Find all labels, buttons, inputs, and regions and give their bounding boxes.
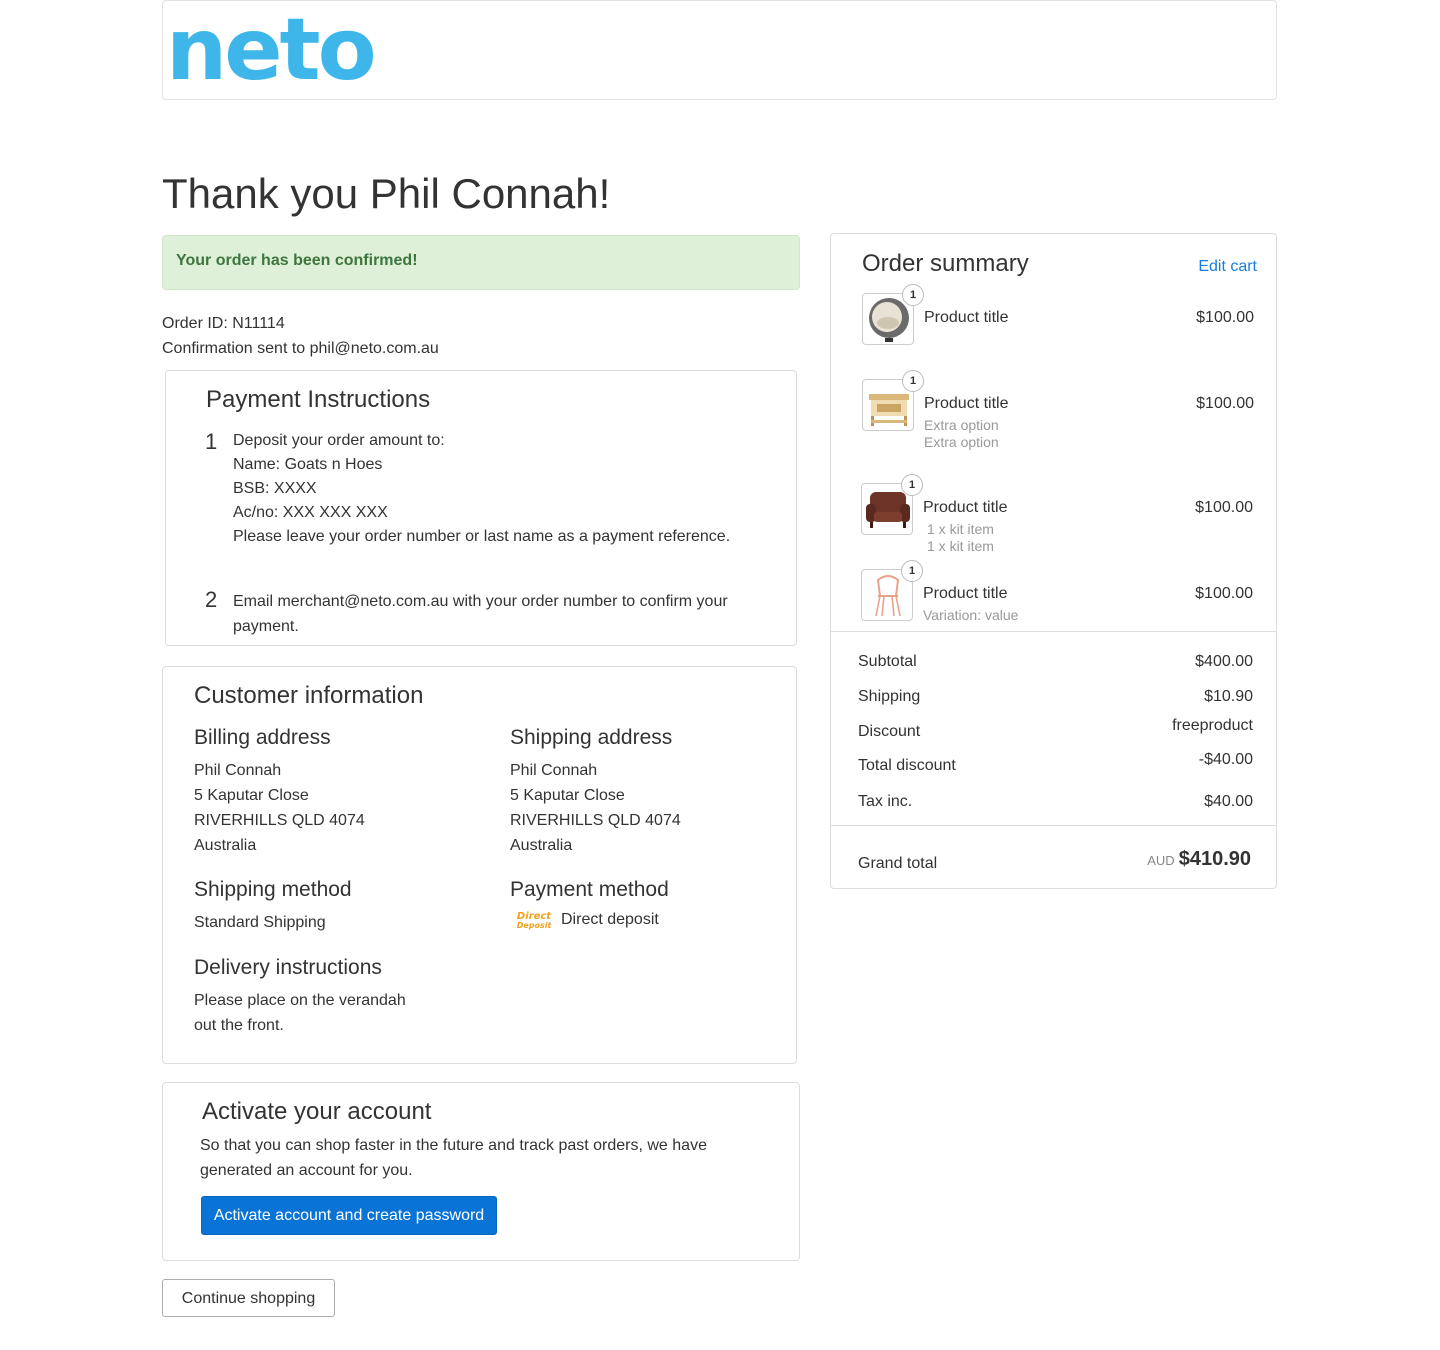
address-line: 5 Kaputar Close (194, 787, 309, 804)
activate-account-button[interactable]: Activate account and create password (201, 1196, 497, 1235)
quantity-badge: 1 (901, 560, 923, 582)
grand-total-label: Grand total (858, 855, 938, 872)
step-2-text: Email merchant@neto.com.au with your ord… (233, 589, 773, 639)
delivery-line: Please place on the verandah (194, 992, 406, 1009)
address-line: Phil Connah (510, 762, 598, 779)
discount-label: Discount (858, 723, 921, 740)
continue-shopping-button[interactable]: Continue shopping (162, 1279, 335, 1317)
order-summary-panel: Order summary Edit cart 1 Product title … (830, 233, 1277, 889)
step-line: Email merchant@neto.com.au with your ord… (233, 593, 728, 610)
delivery-line: out the front. (194, 1017, 284, 1034)
step-number: 1 (205, 429, 218, 454)
summary-divider (831, 631, 1276, 632)
currency-code: AUD (1147, 853, 1175, 868)
address-line: Australia (194, 837, 257, 854)
address-line: Phil Connah (194, 762, 282, 779)
step-1-text: Deposit your order amount to: Name: Goat… (233, 429, 773, 549)
shipping-address: Phil Connah 5 Kaputar Close RIVERHILLS Q… (510, 758, 681, 858)
item-price: $100.00 (1196, 309, 1254, 326)
site-header: neto (162, 0, 1277, 100)
order-summary-title: Order summary (862, 250, 1029, 277)
billing-address-heading: Billing address (194, 726, 331, 749)
quantity-badge: 1 (902, 284, 924, 306)
discount-code: freeproduct (1172, 717, 1253, 734)
neto-logo[interactable]: neto (166, 5, 377, 95)
item-price: $100.00 (1195, 499, 1253, 516)
item-title: Product title (923, 585, 1008, 602)
customer-information-title: Customer information (194, 682, 424, 709)
quantity-badge: 1 (902, 370, 924, 392)
shipping-method-value: Standard Shipping (194, 914, 326, 931)
confirmation-email: Confirmation sent to phil@neto.com.au (162, 340, 439, 357)
order-id: Order ID: N11114 (162, 315, 285, 332)
address-line: RIVERHILLS QLD 4074 (194, 812, 365, 829)
direct-deposit-icon: Direct Deposit (515, 912, 553, 934)
dd-logo-line: Direct (516, 911, 552, 922)
payment-instructions-panel: Payment Instructions 1 Deposit your orde… (165, 370, 797, 646)
address-line: 5 Kaputar Close (510, 787, 625, 804)
payment-method-value: Direct deposit (561, 911, 659, 928)
tax-value: $40.00 (1204, 793, 1253, 810)
tax-label: Tax inc. (858, 793, 913, 810)
edit-cart-link[interactable]: Edit cart (1198, 258, 1257, 276)
activate-account-title: Activate your account (202, 1098, 432, 1125)
item-option: Extra option (924, 417, 999, 433)
order-meta: Order ID: N11114 Confirmation sent to ph… (162, 311, 439, 361)
item-price: $100.00 (1196, 395, 1254, 412)
payment-instructions-title: Payment Instructions (206, 386, 431, 413)
item-title: Product title (924, 309, 1009, 326)
shipping-value: $10.90 (1204, 688, 1253, 705)
grand-total-value: $410.90 (1178, 848, 1251, 870)
grand-total: AUD $410.90 (1147, 848, 1251, 871)
step-line: Name: Goats n Hoes (233, 456, 383, 473)
step-line: BSB: XXXX (233, 480, 317, 497)
item-title: Product title (923, 499, 1008, 516)
item-variation: Variation: value (923, 607, 1019, 623)
shipping-method-heading: Shipping method (194, 878, 352, 901)
address-line: RIVERHILLS QLD 4074 (510, 812, 681, 829)
subtotal-label: Subtotal (858, 653, 917, 670)
item-option: Extra option (924, 434, 999, 450)
total-discount-label: Total discount (858, 757, 956, 774)
activate-line: generated an account for you. (200, 1162, 413, 1179)
customer-information-panel: Customer information Billing address Phi… (162, 666, 797, 1064)
shipping-label: Shipping (858, 688, 921, 705)
quantity-badge: 1 (901, 474, 923, 496)
shipping-address-heading: Shipping address (510, 726, 673, 749)
step-line: Please leave your order number or last n… (233, 528, 731, 545)
delivery-instructions: Please place on the verandah out the fro… (194, 988, 406, 1038)
step-line: Ac/no: XXX XXX XXX (233, 504, 388, 521)
billing-address: Phil Connah 5 Kaputar Close RIVERHILLS Q… (194, 758, 365, 858)
step-number: 2 (205, 587, 218, 612)
activate-line: So that you can shop faster in the futur… (200, 1137, 707, 1154)
dd-logo-line: Deposit (516, 921, 552, 930)
summary-divider (831, 825, 1276, 826)
item-price: $100.00 (1195, 585, 1253, 602)
payment-method-heading: Payment method (510, 878, 669, 901)
subtotal-value: $400.00 (1195, 653, 1253, 670)
item-kit: 1 x kit item (927, 538, 994, 554)
delivery-instructions-heading: Delivery instructions (194, 956, 382, 979)
address-line: Australia (510, 837, 573, 854)
activate-account-panel: Activate your account So that you can sh… (162, 1082, 800, 1261)
step-line: payment. (233, 618, 299, 635)
item-kit: 1 x kit item (927, 521, 994, 537)
order-confirmed-alert: Your order has been confirmed! (162, 235, 800, 290)
activate-account-text: So that you can shop faster in the futur… (200, 1133, 707, 1183)
total-discount-value: -$40.00 (1198, 751, 1253, 768)
step-line: Deposit your order amount to: (233, 432, 445, 449)
page-title: Thank you Phil Connah! (162, 170, 611, 217)
item-title: Product title (924, 395, 1009, 412)
